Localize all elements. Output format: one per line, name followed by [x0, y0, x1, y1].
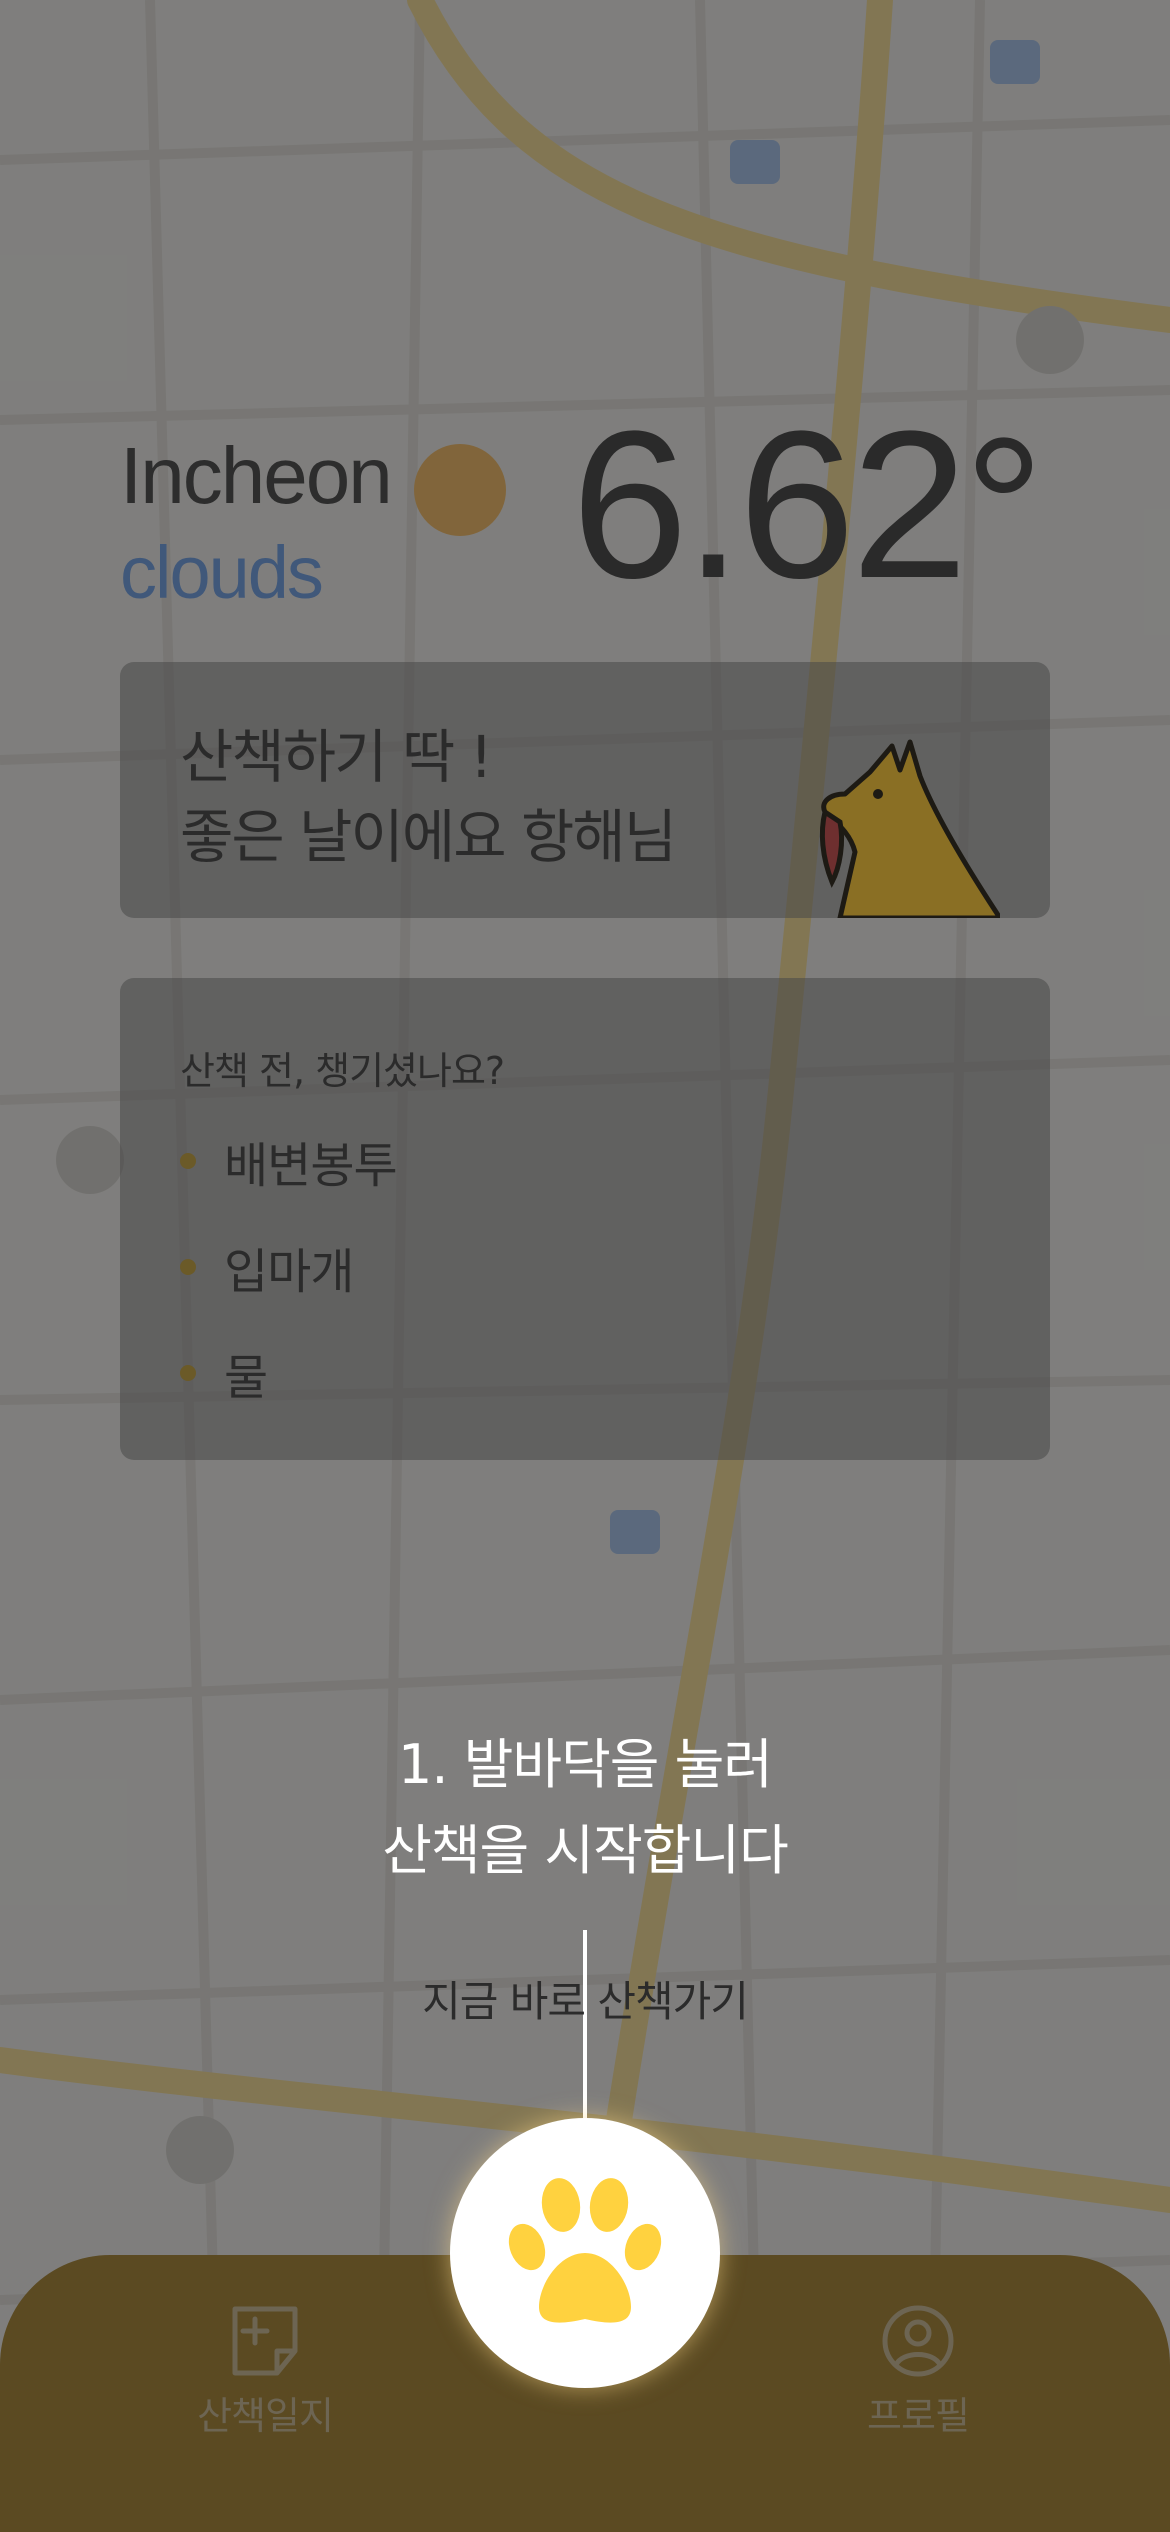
greeting-card: 산책하기 딱 ! 좋은 날이에요 항해님 — [120, 662, 1050, 918]
checklist-item-label: 입마개 — [224, 1244, 354, 1300]
weather-condition: clouds — [120, 531, 324, 614]
dog-illustration — [819, 739, 1000, 918]
nav-walk-log-label: 산책일지 — [197, 2394, 334, 2438]
degree-symbol: ° — [964, 397, 1044, 620]
coachmark-line-2: 산책을 시작합니다 — [382, 1819, 789, 1882]
checklist-item: 입마개 — [180, 1232, 354, 1302]
walk-now-label: 지금 바로 산책가기 — [422, 1977, 749, 2026]
city-name: Incheon — [120, 431, 393, 520]
bullet-dot — [180, 1259, 196, 1275]
checklist-title: 산책 전, 챙기셨나요? — [180, 1049, 505, 1093]
profile-icon — [882, 2305, 954, 2377]
nav-profile-label: 프로필 — [867, 2394, 970, 2438]
start-walk-button[interactable] — [450, 2118, 720, 2388]
checklist-item-label: 배변봉투 — [224, 1138, 398, 1194]
home-screen: Incheon clouds 6.62° 산책하기 딱 ! 좋은 날이에요 항해… — [0, 0, 1170, 2532]
nav-walk-log[interactable]: 산책일지 — [155, 2303, 375, 2440]
coachmark-line-1: 1. 발바닥을 눌러 — [398, 1733, 773, 1796]
checklist-item: 물 — [180, 1338, 268, 1408]
paw-icon — [508, 2178, 662, 2323]
checklist-item-label: 물 — [224, 1350, 268, 1406]
temperature: 6.62° — [571, 400, 1044, 610]
temperature-value: 6.62 — [571, 387, 968, 622]
checklist-card: 산책 전, 챙기셨나요? 배변봉투 입마개 물 — [120, 978, 1050, 1460]
bullet-dot — [180, 1365, 196, 1381]
greeting-line-2: 좋은 날이에요 항해님 — [180, 803, 677, 871]
nav-profile[interactable]: 프로필 — [808, 2303, 1028, 2440]
checklist-item: 배변봉투 — [180, 1126, 398, 1196]
bullet-dot — [180, 1153, 196, 1169]
greeting-line-1: 산책하기 딱 ! — [180, 723, 493, 791]
note-add-icon — [232, 2306, 298, 2376]
